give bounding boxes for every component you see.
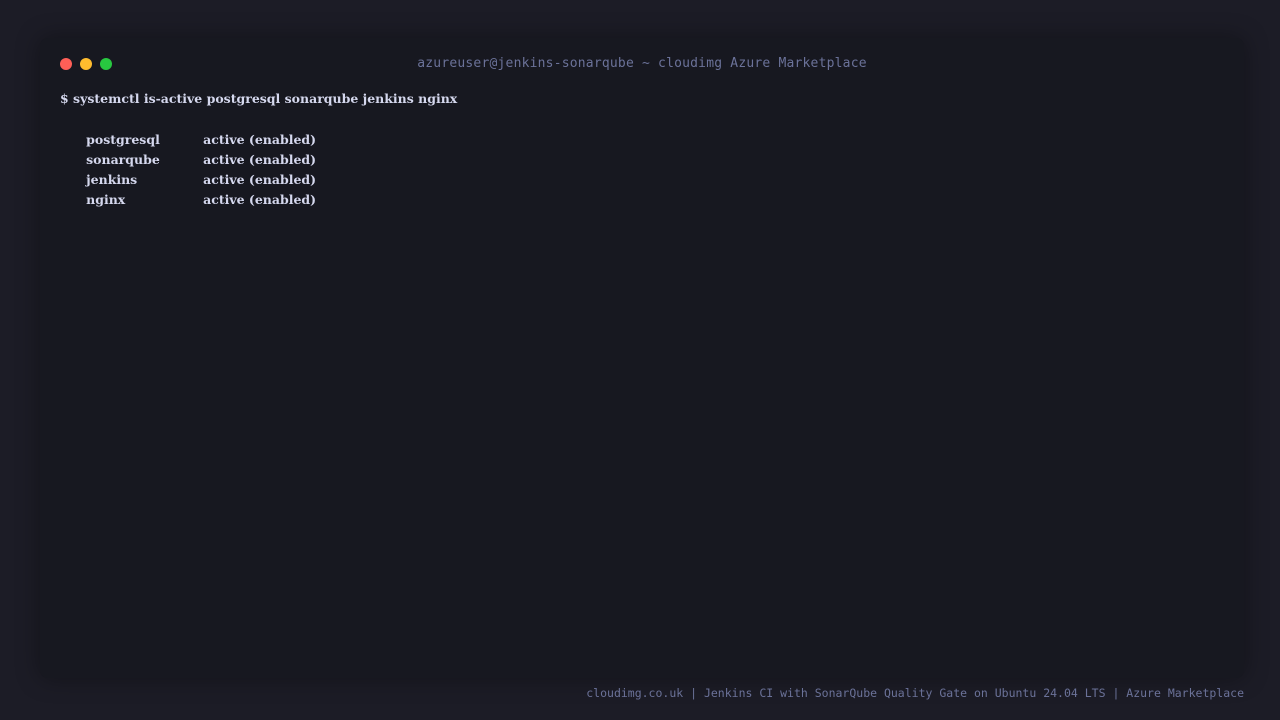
- command-line: $ systemctl is-active postgresql sonarqu…: [60, 91, 458, 106]
- terminal-window: azureuser@jenkins-sonarqube ~ cloudimg A…: [40, 38, 1244, 678]
- service-status: active (enabled): [203, 151, 317, 167]
- service-row: postgresql active (enabled): [60, 109, 457, 147]
- window-titlebar: azureuser@jenkins-sonarqube ~ cloudimg A…: [40, 38, 1244, 90]
- service-status: active (enabled): [203, 192, 317, 208]
- footer-caption: cloudimg.co.uk | Jenkins CI with SonarQu…: [586, 686, 1244, 700]
- service-name: nginx: [86, 192, 126, 208]
- terminal-output[interactable]: $ systemctl is-active postgresql sonarqu…: [60, 89, 458, 207]
- service-name: sonarqube: [86, 151, 160, 167]
- service-status: active (enabled): [203, 131, 317, 147]
- service-name: jenkins: [86, 172, 138, 188]
- window-title: azureuser@jenkins-sonarqube ~ cloudimg A…: [417, 56, 867, 71]
- service-status: active (enabled): [203, 172, 317, 188]
- service-name: postgresql: [86, 131, 160, 147]
